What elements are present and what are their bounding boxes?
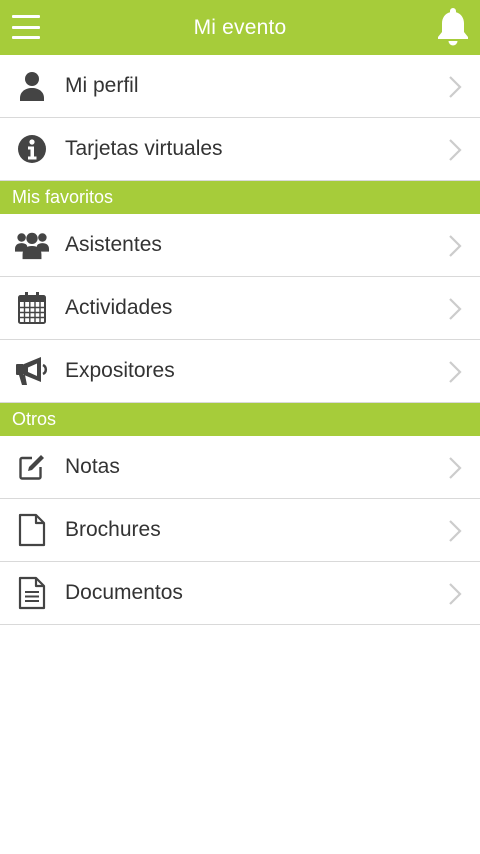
users-icon [15, 228, 49, 262]
menu-item-label: Expositores [65, 359, 175, 382]
chevron-right-icon [449, 298, 462, 320]
chevron-right-icon [449, 76, 462, 98]
section-header-otros: Otros [0, 403, 480, 436]
calendar-icon [15, 291, 49, 325]
menu-item-documentos[interactable]: Documentos [0, 562, 480, 625]
section-header-mis-favoritos: Mis favoritos [0, 181, 480, 214]
chevron-right-icon [449, 520, 462, 542]
bell-icon[interactable] [436, 6, 470, 46]
file-icon [15, 513, 49, 547]
chevron-right-icon [449, 457, 462, 479]
chevron-right-icon [449, 583, 462, 605]
megaphone-icon [15, 354, 49, 388]
menu-item-label: Documentos [65, 581, 183, 604]
menu-item-asistentes[interactable]: Asistentes [0, 214, 480, 277]
menu-item-label: Tarjetas virtuales [65, 137, 223, 160]
menu-icon[interactable] [12, 15, 40, 39]
menu-item-actividades[interactable]: Actividades [0, 277, 480, 340]
user-icon [15, 69, 49, 103]
menu-item-label: Brochures [65, 518, 161, 541]
menu-item-label: Mi perfil [65, 74, 139, 97]
document-icon [15, 576, 49, 610]
chevron-right-icon [449, 235, 462, 257]
menu-item-expositores[interactable]: Expositores [0, 340, 480, 403]
menu-item-label: Actividades [65, 296, 173, 319]
info-icon [15, 132, 49, 166]
edit-icon [15, 450, 49, 484]
page-title: Mi evento [193, 15, 287, 39]
menu-item-brochures[interactable]: Brochures [0, 499, 480, 562]
app-header: Mi evento [0, 0, 480, 55]
chevron-right-icon [449, 139, 462, 161]
menu-item-label: Notas [65, 455, 120, 478]
menu-item-mi-perfil[interactable]: Mi perfil [0, 55, 480, 118]
menu-item-notas[interactable]: Notas [0, 436, 480, 499]
menu-item-tarjetas-virtuales[interactable]: Tarjetas virtuales [0, 118, 480, 181]
menu-item-label: Asistentes [65, 233, 162, 256]
chevron-right-icon [449, 361, 462, 383]
